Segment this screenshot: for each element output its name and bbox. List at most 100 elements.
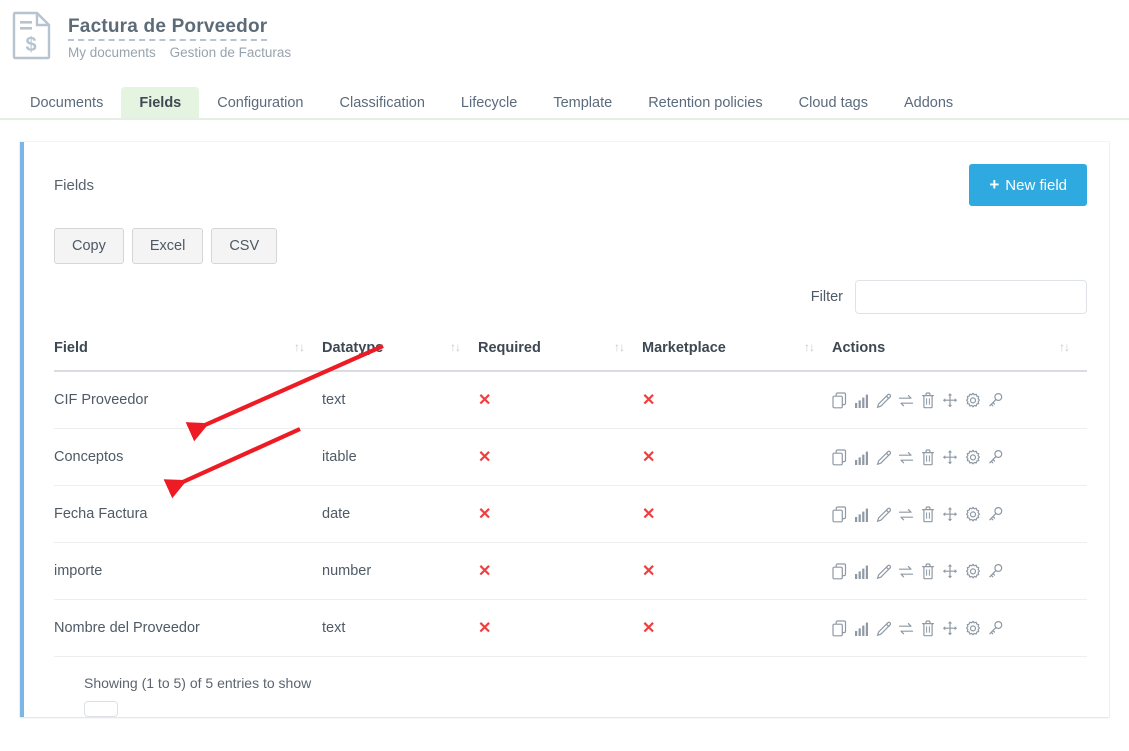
move-icon[interactable] [942,506,958,523]
copy-icon[interactable] [832,506,847,523]
exchange-icon[interactable] [898,563,914,580]
filter-input[interactable] [855,280,1087,314]
required-false-icon: ✕ [478,392,491,409]
trash-icon[interactable] [921,620,935,637]
cell-field-name: CIF Proveedor [54,371,322,429]
copy-icon[interactable] [832,620,847,637]
column-header-field[interactable]: Field ↑↓ [54,328,322,371]
table-row: CIF Proveedor text ✕ ✕ [54,371,1087,429]
tab-addons[interactable]: Addons [886,87,971,119]
cell-field-name: Conceptos [54,429,322,486]
cell-actions [832,600,1087,657]
key-icon[interactable] [988,563,1003,580]
new-field-button-label: New field [1005,177,1067,194]
column-header-datatype[interactable]: Datatype ↑↓ [322,328,478,371]
pencil-icon[interactable] [876,620,891,637]
trash-icon[interactable] [921,563,935,580]
pagination-button[interactable] [84,701,118,717]
tab-template[interactable]: Template [535,87,630,119]
column-header-required[interactable]: Required ↑↓ [478,328,642,371]
gear-icon[interactable] [965,392,981,409]
pagination [84,701,1065,717]
exchange-icon[interactable] [898,620,914,637]
copy-button[interactable]: Copy [54,228,124,264]
trash-icon[interactable] [921,506,935,523]
bar-chart-icon[interactable] [854,506,869,523]
sort-icon-required[interactable]: ↑↓ [614,340,624,354]
cell-field-name: importe [54,543,322,600]
bar-chart-icon[interactable] [854,392,869,409]
move-icon[interactable] [942,620,958,637]
new-field-button[interactable]: + New field [969,164,1087,206]
breadcrumb-item-gestion-de-facturas[interactable]: Gestion de Facturas [170,45,292,60]
action-icon-group [832,449,1087,466]
cell-datatype: date [322,486,478,543]
marketplace-false-icon: ✕ [642,506,655,523]
bar-chart-icon[interactable] [854,620,869,637]
cell-actions [832,543,1087,600]
marketplace-false-icon: ✕ [642,620,655,637]
key-icon[interactable] [988,620,1003,637]
tab-documents[interactable]: Documents [12,87,121,119]
column-header-marketplace-label: Marketplace [642,340,726,356]
column-header-marketplace[interactable]: Marketplace ↑↓ [642,328,832,371]
column-header-actions[interactable]: Actions ↑↓ [832,328,1087,371]
sort-icon-datatype[interactable]: ↑↓ [450,340,460,354]
csv-button[interactable]: CSV [211,228,277,264]
excel-button[interactable]: Excel [132,228,203,264]
sort-icon-field[interactable]: ↑↓ [294,340,304,354]
bar-chart-icon[interactable] [854,449,869,466]
breadcrumb-item-my-documents[interactable]: My documents [68,45,156,60]
table-header-row: Field ↑↓ Datatype ↑↓ Required ↑↓ Marketp… [54,328,1087,371]
tab-cloud-tags[interactable]: Cloud tags [781,87,886,119]
exchange-icon[interactable] [898,392,914,409]
marketplace-false-icon: ✕ [642,392,655,409]
copy-icon[interactable] [832,392,847,409]
move-icon[interactable] [942,449,958,466]
breadcrumb: My documents Gestion de Facturas [68,45,301,60]
bar-chart-icon[interactable] [854,563,869,580]
action-icon-group [832,506,1087,523]
action-icon-group [832,620,1087,637]
gear-icon[interactable] [965,563,981,580]
exchange-icon[interactable] [898,449,914,466]
pencil-icon[interactable] [876,392,891,409]
cell-actions [832,429,1087,486]
exchange-icon[interactable] [898,506,914,523]
required-false-icon: ✕ [478,563,491,580]
plus-icon: + [989,175,999,194]
page-title: Factura de Porveedor [68,16,267,41]
fields-card: Fields +New field Copy Excel CSV Filter … [20,142,1109,717]
tab-retention-policies[interactable]: Retention policies [630,87,780,119]
tab-fields[interactable]: Fields [121,87,199,119]
pencil-icon[interactable] [876,506,891,523]
gear-icon[interactable] [965,449,981,466]
key-icon[interactable] [988,506,1003,523]
pencil-icon[interactable] [876,449,891,466]
cell-datatype: itable [322,429,478,486]
move-icon[interactable] [942,563,958,580]
fields-table: Field ↑↓ Datatype ↑↓ Required ↑↓ Marketp… [54,328,1087,657]
pencil-icon[interactable] [876,563,891,580]
gear-icon[interactable] [965,620,981,637]
trash-icon[interactable] [921,449,935,466]
tab-configuration[interactable]: Configuration [199,87,321,119]
sort-icon-marketplace[interactable]: ↑↓ [804,340,814,354]
trash-icon[interactable] [921,392,935,409]
tab-lifecycle[interactable]: Lifecycle [443,87,535,119]
column-header-actions-label: Actions [832,340,885,356]
cell-datatype: text [322,600,478,657]
table-row: importe number ✕ ✕ [54,543,1087,600]
key-icon[interactable] [988,392,1003,409]
tab-classification[interactable]: Classification [322,87,443,119]
cell-datatype: number [322,543,478,600]
gear-icon[interactable] [965,506,981,523]
required-false-icon: ✕ [478,620,491,637]
fields-table-container: Field ↑↓ Datatype ↑↓ Required ↑↓ Marketp… [24,314,1109,717]
copy-icon[interactable] [832,563,847,580]
move-icon[interactable] [942,392,958,409]
column-header-field-label: Field [54,340,88,356]
copy-icon[interactable] [832,449,847,466]
key-icon[interactable] [988,449,1003,466]
sort-icon-actions[interactable]: ↑↓ [1059,340,1069,354]
